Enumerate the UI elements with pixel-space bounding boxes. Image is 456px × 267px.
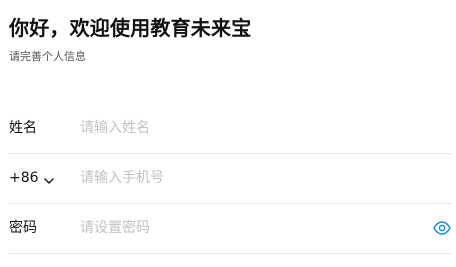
password-input[interactable] — [80, 215, 410, 241]
page-title: 你好，欢迎使用教育未来宝 — [9, 16, 252, 40]
chevron-down-icon — [43, 172, 55, 184]
password-label: 密码 — [9, 220, 37, 236]
country-code-selector[interactable]: +86 — [9, 167, 55, 189]
name-row: 姓名 — [9, 104, 452, 154]
password-row: 密码 — [9, 204, 452, 254]
phone-row: +86 — [9, 154, 452, 204]
eye-icon[interactable] — [432, 219, 452, 237]
name-input[interactable] — [80, 115, 410, 141]
name-label: 姓名 — [9, 120, 37, 136]
page-subtitle: 请完善个人信息 — [9, 50, 86, 63]
phone-input[interactable] — [80, 165, 410, 191]
country-code-value: +86 — [9, 170, 39, 186]
